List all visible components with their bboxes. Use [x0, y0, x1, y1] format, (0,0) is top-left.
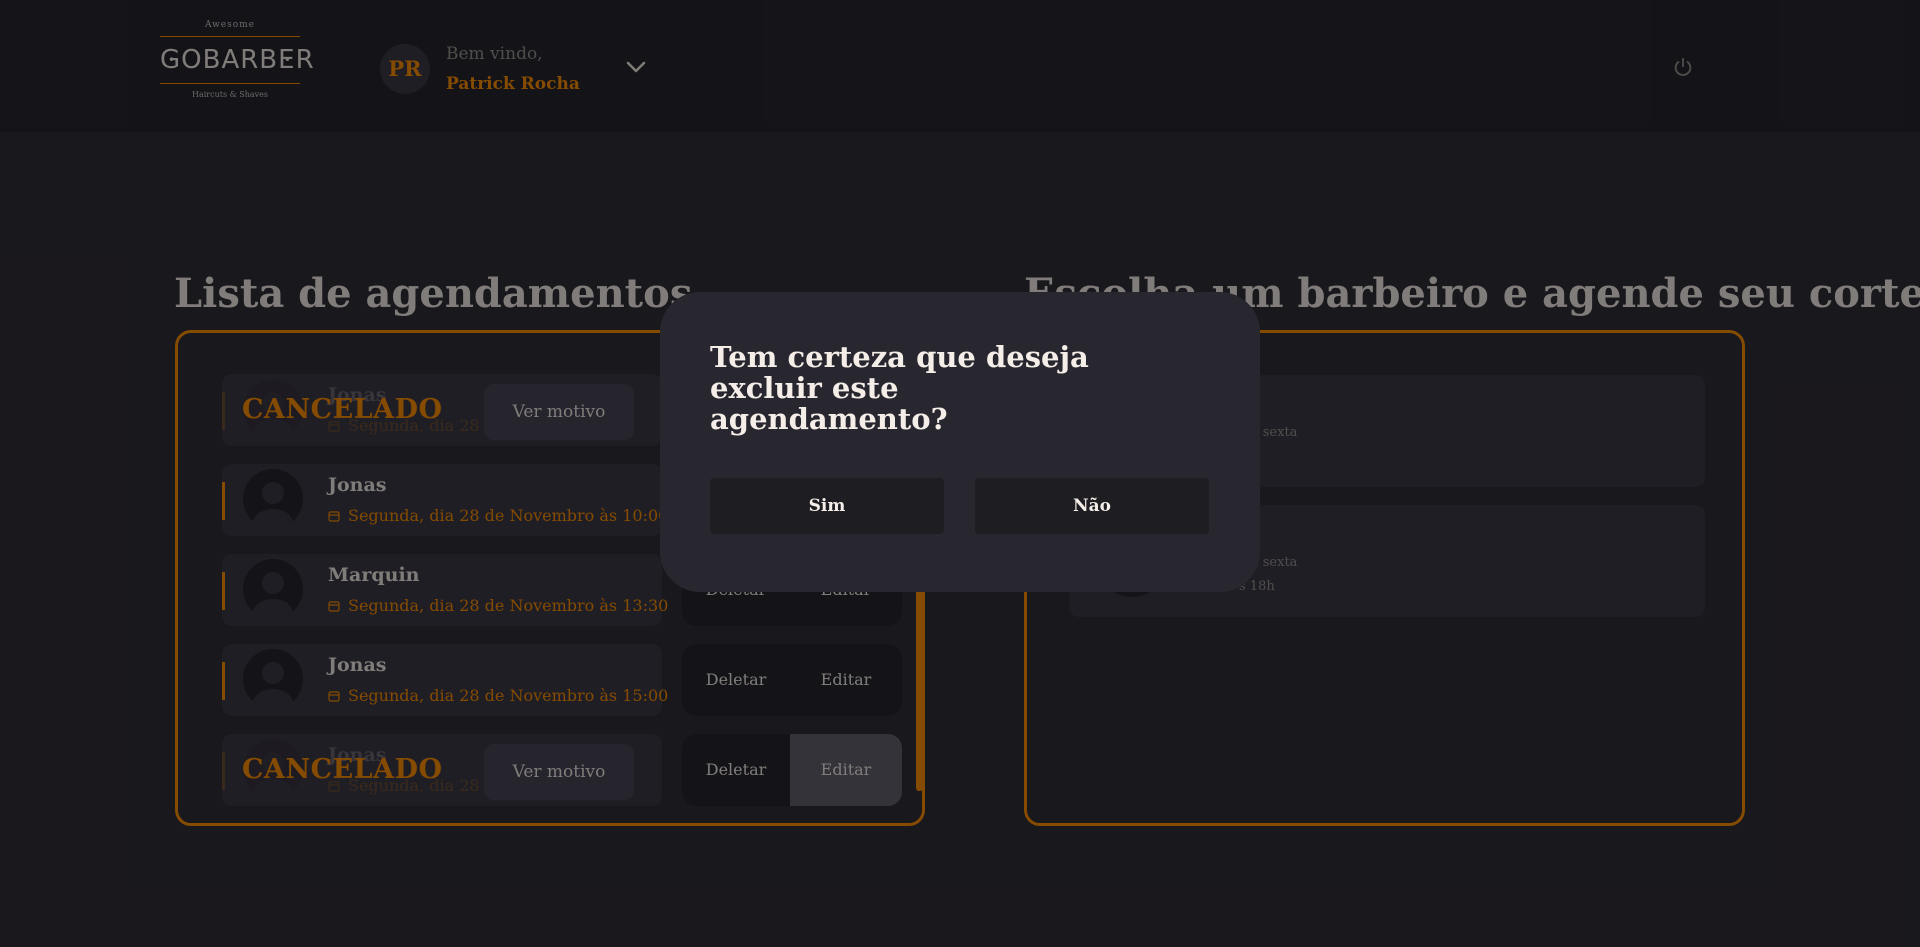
delete-confirm-modal: Tem certeza que deseja excluir este agen…: [660, 292, 1260, 592]
confirm-yes-button[interactable]: Sim: [710, 478, 944, 534]
modal-question: Tem certeza que deseja excluir este agen…: [710, 340, 1089, 436]
confirm-no-button[interactable]: Não: [975, 478, 1209, 534]
